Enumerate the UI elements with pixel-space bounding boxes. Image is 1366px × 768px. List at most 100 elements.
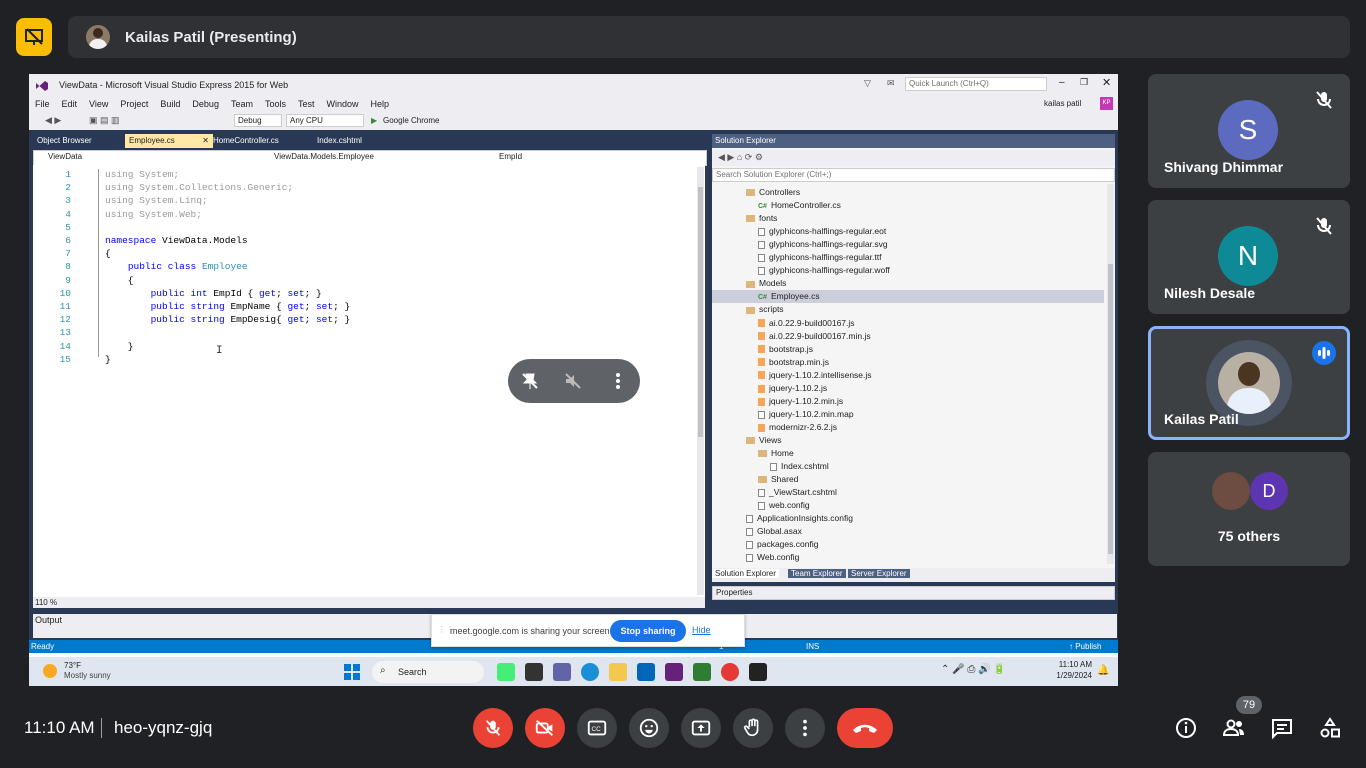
- code-line[interactable]: {: [105, 248, 111, 259]
- more-options-icon[interactable]: [610, 371, 626, 396]
- run-target-button[interactable]: Google Chrome: [383, 116, 439, 125]
- code-line[interactable]: }: [105, 341, 134, 352]
- tree-item[interactable]: glyphicons-halflings-regular.woff: [712, 264, 1104, 277]
- tree-item[interactable]: Index.cshtml: [712, 460, 1104, 473]
- menu-item[interactable]: Tools: [265, 99, 286, 109]
- tab-homecontroller[interactable]: HomeController.cs: [209, 134, 283, 148]
- tray-icons[interactable]: ⌃ 🎤 ⎙ 🔊 🔋: [941, 664, 1006, 675]
- taskbar-time[interactable]: 11:10 AM: [1052, 660, 1092, 669]
- tree-item[interactable]: scripts: [712, 303, 1104, 316]
- quick-launch-input[interactable]: Quick Launch (Ctrl+Q): [905, 77, 1047, 91]
- menu-item[interactable]: Help: [371, 99, 390, 109]
- notification-icon[interactable]: 🔔: [1097, 665, 1109, 676]
- others-tile[interactable]: D 75 others: [1148, 452, 1350, 566]
- tab-object-browser[interactable]: Object Browser: [33, 134, 96, 148]
- menu-item[interactable]: Edit: [62, 99, 78, 109]
- se-scrollbar[interactable]: [1107, 184, 1114, 564]
- terminal-icon[interactable]: [749, 663, 767, 681]
- tree-item[interactable]: web.config: [712, 499, 1104, 512]
- tab-index[interactable]: Index.cshtml: [313, 134, 366, 148]
- tree-item[interactable]: jquery-1.10.2.min.js: [712, 395, 1104, 408]
- tree-item[interactable]: Models: [712, 277, 1104, 290]
- nav-member[interactable]: EmpId: [499, 152, 522, 161]
- more-options-button[interactable]: [785, 708, 825, 748]
- tree-item[interactable]: glyphicons-halflings-regular.svg: [712, 238, 1104, 251]
- code-line[interactable]: public string EmpName { get; set; }: [105, 301, 351, 312]
- code-line[interactable]: {: [105, 275, 134, 286]
- menu-item[interactable]: Team: [231, 99, 253, 109]
- teams-icon[interactable]: [553, 663, 571, 681]
- code-line[interactable]: namespace ViewData.Models: [105, 235, 248, 246]
- raise-hand-button[interactable]: [733, 708, 773, 748]
- menu-item[interactable]: View: [89, 99, 108, 109]
- weather-desc[interactable]: Mostly sunny: [64, 671, 111, 680]
- tree-item[interactable]: glyphicons-halflings-regular.eot: [712, 225, 1104, 238]
- solution-search-input[interactable]: Search Solution Explorer (Ctrl+;): [712, 168, 1115, 182]
- tree-item[interactable]: _ViewStart.cshtml: [712, 486, 1104, 499]
- nav-project[interactable]: ViewData: [48, 152, 82, 161]
- se-toolbar-icons[interactable]: ◀ ▶ ⌂ ⟳ ⚙: [718, 152, 763, 163]
- new-save-icons[interactable]: ▣ ▤ ▥: [89, 115, 120, 126]
- mute-audio-icon[interactable]: [563, 371, 583, 396]
- tree-item[interactable]: Shared: [712, 473, 1104, 486]
- taskbar-search[interactable]: ⌕ Search: [372, 661, 484, 683]
- meeting-info-button[interactable]: [1172, 714, 1200, 742]
- menu-item[interactable]: Project: [120, 99, 148, 109]
- tree-item[interactable]: ai.0.22.9-build00167.min.js: [712, 330, 1104, 343]
- menu-item[interactable]: File: [35, 99, 50, 109]
- tree-item[interactable]: ai.0.22.9-build00167.js: [712, 317, 1104, 330]
- tree-item[interactable]: ApplicationInsights.config: [712, 512, 1104, 525]
- tree-item[interactable]: jquery-1.10.2.min.map: [712, 408, 1104, 421]
- zoom-level[interactable]: 110 %: [35, 598, 57, 607]
- tree-item[interactable]: Views: [712, 434, 1104, 447]
- hide-banner-link[interactable]: Hide: [692, 625, 711, 635]
- code-line[interactable]: using System;: [105, 169, 179, 180]
- code-line[interactable]: using System.Web;: [105, 209, 202, 220]
- present-button[interactable]: [681, 708, 721, 748]
- run-icon[interactable]: ▶: [371, 116, 377, 125]
- camera-toggle-button[interactable]: [525, 708, 565, 748]
- tree-item[interactable]: C# Employee.cs: [712, 290, 1104, 304]
- stop-sharing-button[interactable]: Stop sharing: [610, 620, 686, 642]
- tab-employee[interactable]: Employee.cs ✕: [125, 134, 213, 148]
- code-line[interactable]: public int EmpId { get; set; }: [105, 288, 322, 299]
- menu-item[interactable]: Window: [327, 99, 359, 109]
- widgets-icon[interactable]: [497, 663, 515, 681]
- tree-item[interactable]: modernizr-2.6.2.js: [712, 421, 1104, 434]
- visual-studio-icon[interactable]: [665, 663, 683, 681]
- code-line[interactable]: using System.Linq;: [105, 195, 208, 206]
- platform-select[interactable]: Any CPU: [286, 114, 364, 127]
- weather-temp[interactable]: 73°F: [64, 661, 81, 670]
- close-window-button[interactable]: ✕: [1102, 76, 1111, 89]
- participant-tile[interactable]: N Nilesh Desale: [1148, 200, 1350, 314]
- windows-start-icon[interactable]: [344, 664, 360, 682]
- tree-item[interactable]: Web.config: [712, 551, 1104, 564]
- user-name[interactable]: kailas patil: [1044, 99, 1081, 108]
- reactions-button[interactable]: [629, 708, 669, 748]
- code-line[interactable]: using System.Collections.Generic;: [105, 182, 293, 193]
- tab-team-explorer[interactable]: Team Explorer: [788, 569, 846, 578]
- chat-button[interactable]: [1268, 714, 1296, 742]
- code-line[interactable]: }: [105, 354, 111, 365]
- people-button[interactable]: [1220, 714, 1248, 742]
- close-tab-icon[interactable]: ✕: [202, 134, 209, 148]
- user-avatar[interactable]: KP: [1100, 97, 1113, 110]
- tab-server-explorer[interactable]: Server Explorer: [848, 569, 910, 578]
- restore-button[interactable]: ❐: [1080, 77, 1088, 88]
- editor-scrollbar[interactable]: [697, 167, 704, 595]
- taskbar-date[interactable]: 1/29/2024: [1046, 671, 1092, 680]
- tree-item[interactable]: bootstrap.min.js: [712, 356, 1104, 369]
- tree-item[interactable]: Global.asax: [712, 525, 1104, 538]
- activities-button[interactable]: [1316, 714, 1344, 742]
- filter-icon[interactable]: ▽: [864, 78, 871, 89]
- tree-item[interactable]: fonts: [712, 212, 1104, 225]
- leave-call-button[interactable]: [837, 708, 893, 748]
- tree-item[interactable]: glyphicons-halflings-regular.ttf: [712, 251, 1104, 264]
- mic-toggle-button[interactable]: [473, 708, 513, 748]
- presentation-icon[interactable]: [16, 18, 52, 56]
- menu-item[interactable]: Test: [298, 99, 315, 109]
- minimize-button[interactable]: –: [1059, 77, 1065, 88]
- tree-item[interactable]: Controllers: [712, 186, 1104, 199]
- tab-solution-explorer[interactable]: Solution Explorer: [712, 569, 779, 578]
- code-line[interactable]: public string EmpDesig{ get; set; }: [105, 314, 351, 325]
